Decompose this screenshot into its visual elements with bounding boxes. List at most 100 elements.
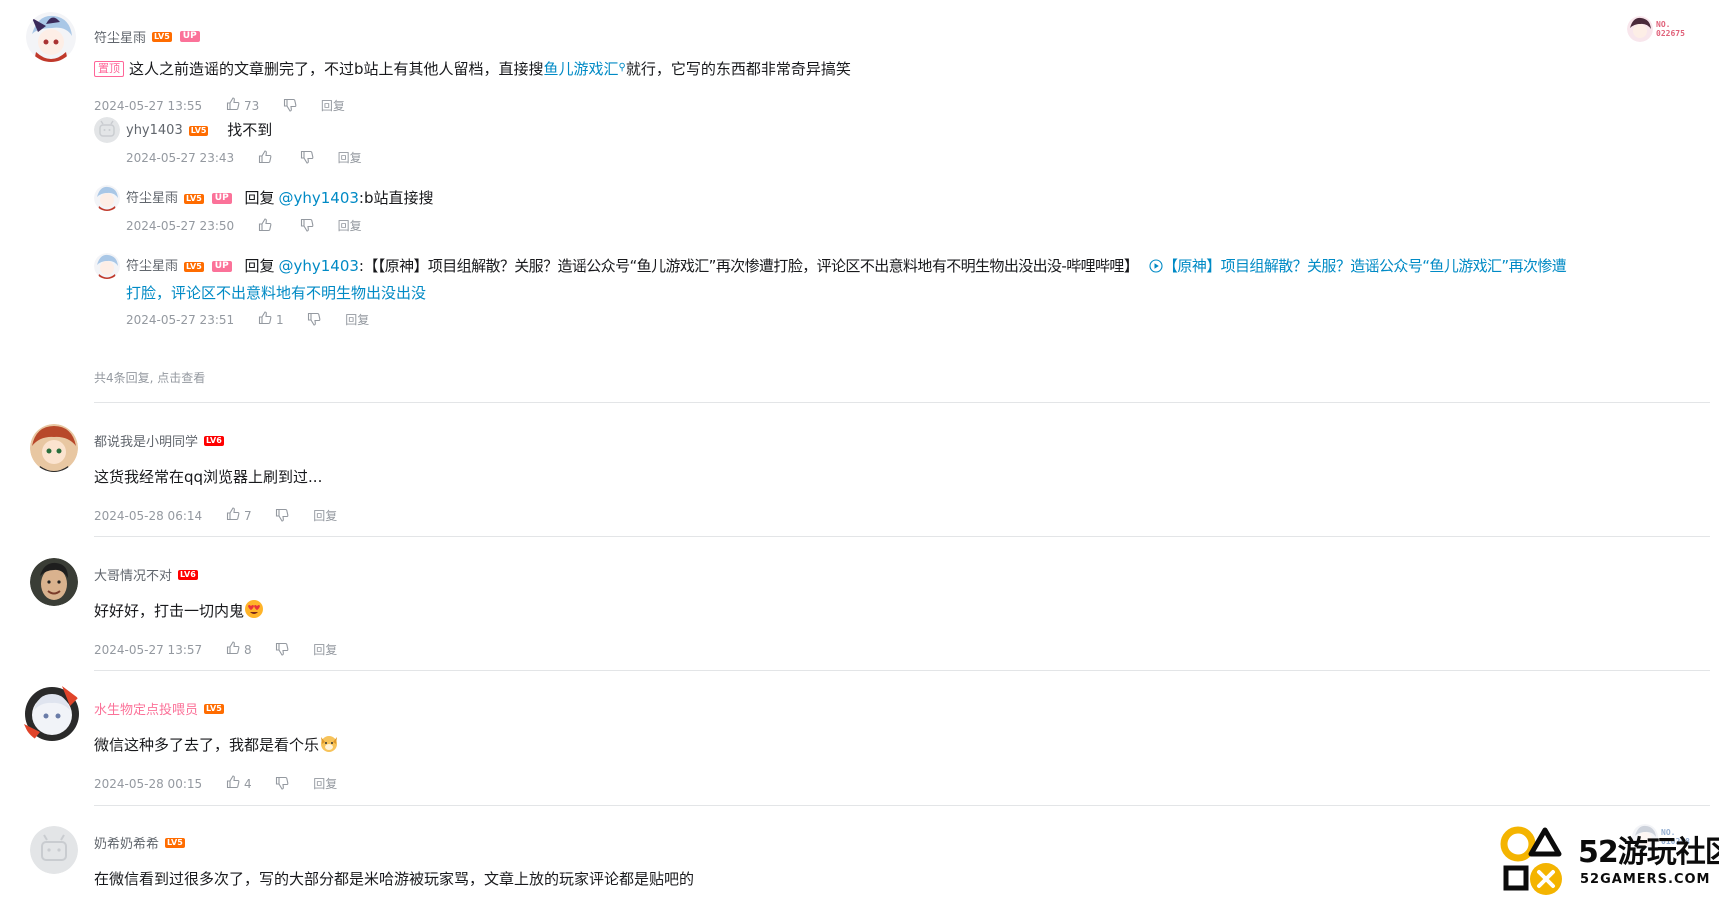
- user-avatar[interactable]: [94, 185, 120, 211]
- play-circle-icon: [1149, 259, 1163, 273]
- dislike-button[interactable]: [300, 148, 314, 168]
- comment-text: 这人之前造谣的文章删完了，不过b站上有其他人留档，直接搜: [129, 60, 544, 78]
- comment-divider: [94, 670, 1710, 671]
- fan-badge-avatar: [1627, 16, 1653, 42]
- reply-text: :b站直接搜: [358, 189, 434, 207]
- fan-no-label: NO.: [1656, 20, 1671, 29]
- level-badge: LV5: [184, 193, 204, 204]
- watermark-title: 52游玩社区: [1578, 835, 1719, 870]
- comment-time: 2024-05-27 23:51: [126, 312, 235, 327]
- up-badge: UP: [211, 193, 232, 204]
- sub-reply: yhy1403 LV5 找不到 2024-05-27 23:43 回复: [94, 117, 1706, 168]
- user-avatar[interactable]: [30, 424, 78, 472]
- thumb-up-icon: [226, 775, 240, 789]
- thumb-up-icon: [258, 217, 272, 231]
- user-avatar[interactable]: [26, 12, 76, 62]
- like-button[interactable]: 73: [226, 95, 259, 116]
- user-avatar[interactable]: [94, 117, 120, 143]
- site-watermark: 52游玩社区 52GAMERS.COM: [1500, 825, 1719, 897]
- video-link-cont[interactable]: 打脸，评论区不出意料地有不明生物出没出没: [126, 284, 426, 302]
- comment-time: 2024-05-27 23:50: [126, 218, 235, 233]
- like-button[interactable]: 7: [226, 505, 252, 526]
- reply-text: :【【原神】项目组解散？关服？造谣公众号“鱼儿游戏汇”再次惨遭打脸，评论区不出意…: [358, 257, 1139, 275]
- thumb-up-icon: [258, 149, 272, 163]
- pinned-badge: 置顶: [94, 61, 124, 77]
- level-badge: LV5: [152, 31, 172, 42]
- username[interactable]: 都说我是小明同学: [94, 431, 198, 450]
- up-badge: UP: [179, 31, 200, 42]
- user-avatar[interactable]: [30, 826, 78, 874]
- user-avatar[interactable]: [22, 684, 82, 744]
- comment-item: 大哥情况不对 LV6 好好好，打击一切内鬼 2024-05-27 13:57 8 …: [30, 558, 1710, 660]
- reply-button[interactable]: 回复: [313, 640, 337, 660]
- like-count: 1: [275, 312, 284, 327]
- reply-word: 回复: [244, 189, 275, 207]
- reply-word: 回复: [244, 257, 275, 275]
- level-badge: LV5: [204, 703, 224, 714]
- thumb-down-icon: [276, 776, 289, 790]
- level-badge: LV6: [178, 569, 198, 580]
- username[interactable]: 大哥情况不对: [94, 565, 172, 584]
- comment-thread: 符尘星雨 LV5 UP 置顶 这人之前造谣的文章删完了，不过b站上有其他人留档，直接搜…: [0, 0, 1719, 895]
- video-link[interactable]: 【原神】项目组解散？关服？造谣公众号“鱼儿游戏汇”再次惨遭: [1149, 257, 1567, 275]
- dislike-button[interactable]: [275, 774, 289, 794]
- dislike-button[interactable]: [275, 640, 289, 660]
- mention-link[interactable]: @yhy1403: [278, 189, 358, 207]
- like-button[interactable]: 4: [226, 773, 252, 794]
- view-more-replies[interactable]: 共4条回复, 点击查看: [94, 369, 205, 386]
- dislike-button[interactable]: [300, 216, 314, 236]
- reply-button[interactable]: 回复: [313, 774, 337, 794]
- like-button[interactable]: [258, 148, 276, 168]
- reply-button[interactable]: 回复: [313, 506, 337, 526]
- reply-button[interactable]: 回复: [338, 148, 362, 168]
- user-avatar[interactable]: [94, 253, 120, 279]
- search-icon[interactable]: ⚲: [619, 62, 626, 73]
- user-avatar[interactable]: [30, 558, 78, 606]
- dislike-button[interactable]: [307, 310, 321, 330]
- thumb-down-icon: [300, 150, 314, 164]
- comment-text: 好好好，打击一切内鬼: [94, 602, 245, 620]
- thumb-up-icon: [226, 507, 240, 521]
- gamepad-symbols-icon: [1500, 825, 1578, 897]
- like-count: 4: [243, 776, 252, 791]
- thumb-up-icon: [258, 311, 272, 325]
- username[interactable]: 水生物定点投喂员: [94, 699, 198, 718]
- comment-item: 水生物定点投喂员 LV5 微信这种多了去了，我都是看个乐 2024-05-28 0…: [24, 684, 1710, 794]
- search-link[interactable]: 鱼儿游戏汇: [544, 60, 619, 78]
- comment-text: 这货我经常在qq浏览器上刷到过...: [94, 468, 323, 486]
- username[interactable]: 奶希奶希希: [94, 833, 159, 852]
- mention-link[interactable]: @yhy1403: [278, 257, 358, 275]
- level-badge: LV5: [165, 837, 185, 848]
- thumb-down-icon: [300, 218, 314, 232]
- like-button[interactable]: [258, 216, 276, 236]
- comment-divider: [94, 402, 1710, 403]
- username[interactable]: 符尘星雨: [94, 27, 146, 46]
- sub-reply: 符尘星雨 LV5 UP 回复 @yhy1403:【【原神】项目组解散？关服？造谣公众号…: [94, 253, 1710, 330]
- thumb-up-icon: [226, 641, 240, 655]
- thumb-up-icon: [226, 97, 240, 111]
- like-button[interactable]: 1: [258, 309, 284, 330]
- comment-text-tail: 就行，它写的东西都非常奇异搞笑: [625, 60, 851, 78]
- thumb-down-icon: [284, 98, 297, 112]
- username[interactable]: 符尘星雨: [126, 253, 178, 280]
- username[interactable]: yhy1403: [126, 117, 183, 144]
- reply-button[interactable]: 回复: [321, 96, 345, 116]
- comment-divider: [94, 805, 1710, 806]
- comment-time: 2024-05-28 06:14: [94, 508, 203, 523]
- emoji-heart-eyes-icon: [244, 600, 264, 620]
- comment-time: 2024-05-27 23:43: [126, 150, 235, 165]
- comment-time: 2024-05-28 00:15: [94, 776, 203, 791]
- reply-button[interactable]: 回复: [345, 310, 369, 330]
- emoji-dog-icon: [319, 736, 339, 754]
- comment-item: 符尘星雨 LV5 UP 置顶 这人之前造谣的文章删完了，不过b站上有其他人留档，直接搜…: [26, 12, 1710, 385]
- reply-text: 找不到: [227, 121, 273, 139]
- dislike-button[interactable]: [283, 96, 297, 116]
- reply-button[interactable]: 回复: [338, 216, 362, 236]
- fan-badge: NO. 022675: [1627, 16, 1685, 42]
- comment-time: 2024-05-27 13:55: [94, 98, 203, 113]
- like-button[interactable]: 8: [226, 639, 252, 660]
- username[interactable]: 符尘星雨: [126, 185, 178, 212]
- comment-divider: [94, 536, 1710, 537]
- comment-item: 都说我是小明同学 LV6 这货我经常在qq浏览器上刷到过... 2024-05-2…: [30, 424, 1710, 526]
- dislike-button[interactable]: [275, 506, 289, 526]
